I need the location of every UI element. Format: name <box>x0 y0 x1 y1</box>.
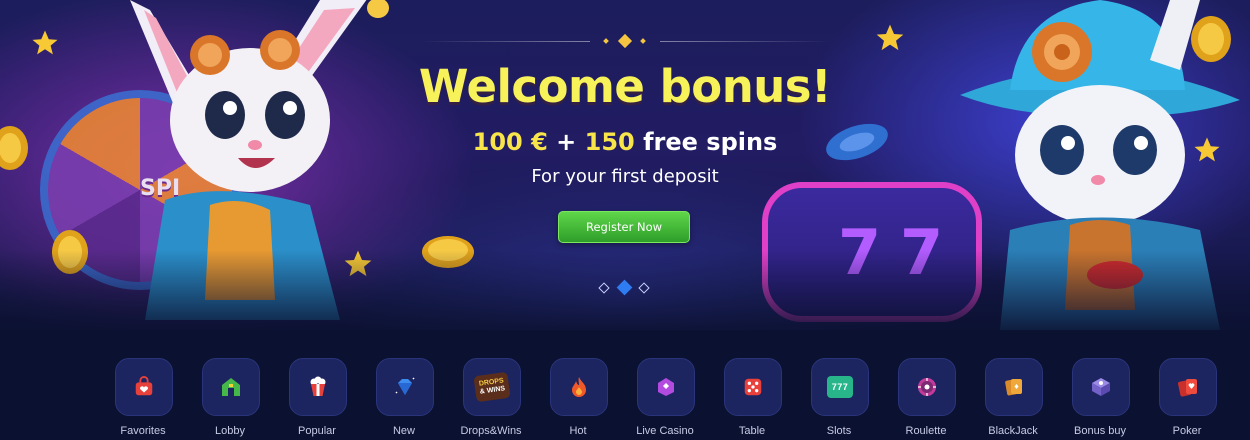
cards-icon <box>1005 379 1022 396</box>
category-live-casino[interactable]: Live Casino <box>635 355 695 440</box>
dice-icon <box>744 378 762 396</box>
bonus-box-icon <box>1092 378 1110 396</box>
category-blackjack[interactable]: BlackJack <box>983 355 1043 440</box>
star-icon <box>876 24 904 51</box>
category-favorites[interactable]: Favorites <box>113 355 173 440</box>
house-icon <box>222 378 240 396</box>
category-label: BlackJack <box>988 425 1038 437</box>
category-label: New <box>392 425 415 437</box>
category-bar: Favorites Lobby Popular New DROPS & WINS… <box>113 355 1250 440</box>
category-tile[interactable] <box>202 358 260 416</box>
heart-bag-icon <box>135 376 153 396</box>
slide-dot-3[interactable] <box>638 282 650 294</box>
poker-cards-icon <box>1178 379 1197 397</box>
offer-plus: + <box>556 128 577 156</box>
ornament-line-right <box>660 41 830 42</box>
category-label: Hot <box>569 425 587 437</box>
diamond-icon <box>395 377 415 395</box>
drops-wins-icon: DROPS & WINS <box>473 371 511 403</box>
category-tile[interactable] <box>289 358 347 416</box>
register-now-button[interactable]: Register Now <box>558 211 690 243</box>
category-label: Popular <box>298 425 336 437</box>
gold-coin-icon <box>0 126 28 170</box>
poker-chip-icon <box>826 123 888 161</box>
category-bonus-buy[interactable]: Bonus buy <box>1070 355 1130 440</box>
ornament-diamonds <box>600 33 650 49</box>
slide-dot-1[interactable] <box>598 282 610 294</box>
category-popular[interactable]: Popular <box>287 355 347 440</box>
category-tile[interactable] <box>724 358 782 416</box>
category-tile[interactable]: DROPS & WINS <box>463 358 521 416</box>
category-label: Bonus buy <box>1074 425 1126 437</box>
category-tile[interactable] <box>376 358 434 416</box>
category-slots[interactable]: 777 Slots <box>809 355 869 440</box>
category-roulette[interactable]: Roulette <box>896 355 956 440</box>
category-label: Roulette <box>905 425 947 437</box>
ornament-line-left <box>420 41 590 42</box>
category-new[interactable]: New <box>374 355 434 440</box>
offer-spins-count: 150 <box>584 128 635 156</box>
slot-reel-text: 777 <box>831 382 849 392</box>
gold-coin-icon <box>367 0 389 18</box>
category-label: Favorites <box>120 425 166 437</box>
category-tile[interactable] <box>1159 358 1217 416</box>
fire-icon <box>572 377 586 397</box>
category-lobby[interactable]: Lobby <box>200 355 260 440</box>
category-label: Table <box>738 425 766 437</box>
category-label: Live Casino <box>636 425 694 437</box>
category-table[interactable]: Table <box>722 355 782 440</box>
category-label: Lobby <box>215 425 245 437</box>
roulette-icon <box>918 378 936 396</box>
slide-pagination <box>598 279 654 296</box>
category-label: Drops&Wins <box>460 425 522 437</box>
popcorn-icon <box>310 376 326 396</box>
category-drops-wins[interactable]: DROPS & WINS Drops&Wins <box>460 355 522 440</box>
banner-title: Welcome bonus! <box>418 60 832 113</box>
category-tile[interactable] <box>115 358 173 416</box>
category-label: Slots <box>826 425 852 437</box>
category-tile[interactable]: 777 <box>811 358 869 416</box>
slide-dot-2[interactable] <box>616 279 633 296</box>
category-tile[interactable] <box>1072 358 1130 416</box>
live-dealer-icon <box>658 378 674 396</box>
category-tile[interactable] <box>637 358 695 416</box>
category-label: Poker <box>1172 425 1202 437</box>
offer-amount: 100 € <box>472 128 548 156</box>
offer-spins-text: free spins <box>643 128 778 156</box>
star-icon <box>32 30 58 55</box>
banner-offer: 100 € + 150 free spins <box>420 128 830 156</box>
category-tile[interactable] <box>985 358 1043 416</box>
banner-subtitle: For your first deposit <box>531 166 719 187</box>
slot-machine-icon: 777 <box>827 376 853 398</box>
category-tile[interactable] <box>550 358 608 416</box>
promo-banner: SPI 7 7 <box>0 0 1250 330</box>
category-tile[interactable] <box>898 358 956 416</box>
category-poker[interactable]: Poker <box>1157 355 1217 440</box>
category-hot[interactable]: Hot <box>548 355 608 440</box>
